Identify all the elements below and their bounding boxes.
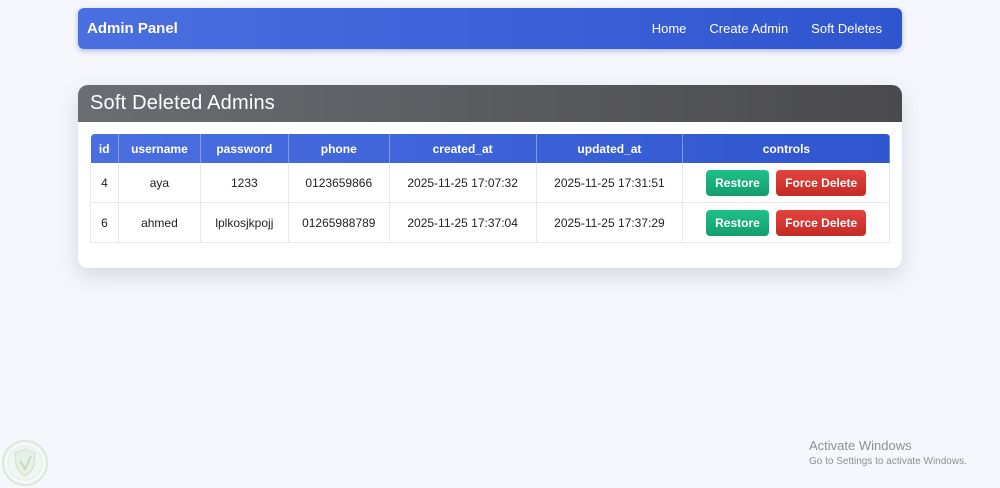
- restore-button[interactable]: Restore: [706, 169, 769, 196]
- cell-updated-at: 2025-11-25 17:31:51: [536, 163, 684, 203]
- soft-deleted-card: Soft Deleted Admins id username password…: [78, 85, 902, 268]
- cell-updated-at: 2025-11-25 17:37:29: [536, 202, 684, 243]
- column-header-id: id: [90, 134, 119, 163]
- nav-link-create-admin[interactable]: Create Admin: [709, 21, 788, 36]
- cell-username: ahmed: [118, 202, 201, 243]
- column-header-password: password: [200, 134, 289, 163]
- column-header-updated-at: updated_at: [536, 134, 684, 163]
- column-header-phone: phone: [288, 134, 390, 163]
- cell-phone: 0123659866: [288, 163, 390, 203]
- shield-logo-icon: [2, 440, 48, 486]
- cell-password: 1233: [200, 163, 289, 203]
- watermark-subtitle: Go to Settings to activate Windows.: [809, 456, 967, 467]
- cell-created-at: 2025-11-25 17:37:04: [389, 202, 537, 243]
- cell-controls: Restore Force Delete: [682, 163, 890, 203]
- navbar: Admin Panel Home Create Admin Soft Delet…: [78, 8, 902, 49]
- table-row: 4 aya 1233 0123659866 2025-11-25 17:07:3…: [90, 163, 890, 203]
- nav-links: Home Create Admin Soft Deletes: [652, 21, 882, 36]
- activate-windows-watermark: Activate Windows Go to Settings to activ…: [809, 438, 967, 467]
- cell-id: 4: [90, 163, 119, 203]
- cell-created-at: 2025-11-25 17:07:32: [389, 163, 537, 203]
- cell-username: aya: [118, 163, 201, 203]
- nav-link-soft-deletes[interactable]: Soft Deletes: [811, 21, 882, 36]
- column-header-created-at: created_at: [389, 134, 537, 163]
- force-delete-button[interactable]: Force Delete: [776, 169, 867, 196]
- admins-table: id username password phone created_at up…: [90, 134, 890, 243]
- restore-button[interactable]: Restore: [706, 209, 769, 236]
- card-title: Soft Deleted Admins: [78, 85, 902, 122]
- cell-controls: Restore Force Delete: [682, 202, 890, 243]
- brand-title[interactable]: Admin Panel: [87, 20, 178, 37]
- column-header-controls: controls: [762, 141, 811, 156]
- column-header-username: username: [118, 134, 201, 163]
- nav-link-home[interactable]: Home: [652, 21, 687, 36]
- watermark-title: Activate Windows: [809, 438, 912, 453]
- cell-phone: 01265988789: [288, 202, 390, 243]
- force-delete-button[interactable]: Force Delete: [776, 209, 867, 236]
- table-header-row: id username password phone created_at up…: [90, 134, 890, 163]
- cell-id: 6: [90, 202, 119, 243]
- cell-password: lplkosjkpojj: [200, 202, 289, 243]
- table-row: 6 ahmed lplkosjkpojj 01265988789 2025-11…: [90, 202, 890, 243]
